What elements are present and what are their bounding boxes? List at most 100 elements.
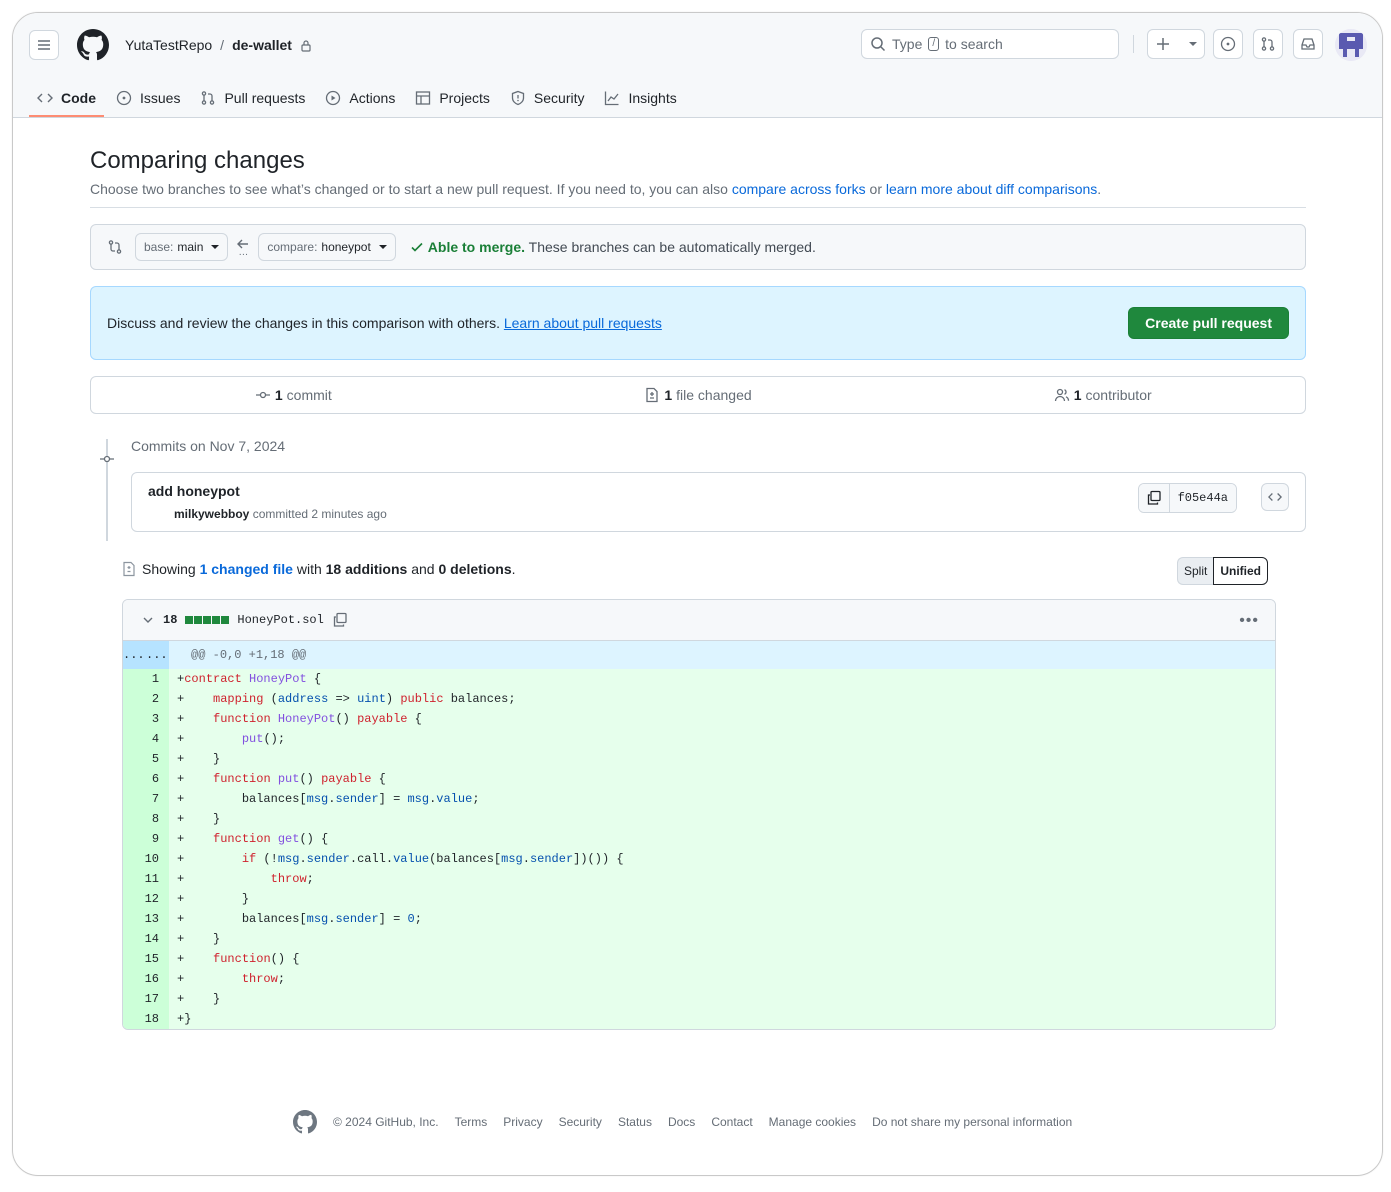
old-line-number[interactable] <box>123 809 145 829</box>
old-line-number[interactable] <box>123 829 145 849</box>
new-line-number[interactable]: 15 <box>144 949 170 969</box>
flash-message: Discuss and review the changes in this c… <box>107 315 662 331</box>
footer-link-manage-cookies[interactable]: Manage cookies <box>769 1115 856 1129</box>
new-line-number[interactable]: 1 <box>144 669 170 689</box>
diff-line: 9 + function get() { <box>123 829 1275 849</box>
footer-link-security[interactable]: Security <box>559 1115 602 1129</box>
tab-actions[interactable]: Actions <box>321 79 407 111</box>
file-name-link[interactable]: HoneyPot.sol <box>237 613 323 627</box>
old-line-number[interactable] <box>123 869 145 889</box>
old-line-number[interactable] <box>123 749 145 769</box>
old-line-number[interactable] <box>123 969 145 989</box>
file-diff-icon <box>123 561 135 577</box>
create-pull-request-button[interactable]: Create pull request <box>1128 307 1289 339</box>
new-line-number[interactable]: 18 <box>144 1009 170 1029</box>
footer-link-contact[interactable]: Contact <box>711 1115 752 1129</box>
new-line-number[interactable]: 2 <box>144 689 170 709</box>
footer-link-status[interactable]: Status <box>618 1115 652 1129</box>
footer-link-do-not-share[interactable]: Do not share my personal information <box>872 1115 1072 1129</box>
new-line-number[interactable]: 9 <box>144 829 170 849</box>
new-line-number[interactable]: 4 <box>144 729 170 749</box>
old-line-number[interactable] <box>123 709 145 729</box>
chevron-down-icon[interactable] <box>141 613 155 627</box>
commit-sha-link[interactable]: f05e44a <box>1169 484 1236 512</box>
tab-insights[interactable]: Insights <box>600 79 688 111</box>
create-new-button[interactable] <box>1147 29 1205 59</box>
new-line-number[interactable]: 10 <box>144 849 170 869</box>
old-line-number[interactable] <box>123 849 145 869</box>
repo-nav: Code Issues Pull requests Actions Projec… <box>29 79 693 117</box>
addition-marker: + <box>169 689 185 709</box>
footer-link-docs[interactable]: Docs <box>668 1115 695 1129</box>
compare-branch-select[interactable]: compare: honeypot <box>258 233 396 261</box>
kebab-menu-icon[interactable]: ••• <box>1239 612 1259 630</box>
diff-line: 12 + } <box>123 889 1275 909</box>
github-logo-icon[interactable] <box>293 1110 317 1134</box>
expand-up-button[interactable]: ... <box>123 641 145 669</box>
new-line-number[interactable]: 11 <box>144 869 170 889</box>
menu-button[interactable] <box>29 30 59 60</box>
commit-item: add honeypot milkywebboy committed 2 min… <box>131 472 1306 532</box>
commit-title-link[interactable]: add honeypot <box>148 483 240 499</box>
compare-forks-link[interactable]: compare across forks <box>732 181 866 197</box>
old-line-number[interactable] <box>123 929 145 949</box>
code-icon <box>37 93 53 103</box>
new-line-number[interactable]: 8 <box>144 809 170 829</box>
old-line-number[interactable] <box>123 1009 145 1029</box>
new-line-number[interactable]: 14 <box>144 929 170 949</box>
stat-commits[interactable]: 1 commit <box>91 387 496 403</box>
tab-pull-requests[interactable]: Pull requests <box>196 79 317 111</box>
learn-pull-requests-link[interactable]: Learn about pull requests <box>504 315 662 331</box>
old-line-number[interactable] <box>123 789 145 809</box>
page-title: Comparing changes <box>90 147 305 174</box>
new-line-number[interactable]: 12 <box>144 889 170 909</box>
learn-diff-link[interactable]: learn more about diff comparisons <box>886 181 1097 197</box>
changed-files-link[interactable]: 1 changed file <box>200 561 293 577</box>
new-line-number[interactable]: 16 <box>144 969 170 989</box>
copy-sha-button[interactable] <box>1138 484 1170 512</box>
user-avatar[interactable] <box>1335 29 1367 61</box>
old-line-number[interactable] <box>123 769 145 789</box>
old-line-number[interactable] <box>123 909 145 929</box>
new-line-number[interactable]: 17 <box>144 989 170 1009</box>
inbox-button[interactable] <box>1293 29 1323 59</box>
tab-projects[interactable]: Projects <box>411 79 502 111</box>
split-view-button[interactable]: Split <box>1177 557 1214 585</box>
pull-requests-button[interactable] <box>1253 29 1283 59</box>
diff-table: ... ... @@ -0,0 +1,18 @@ 1 + contract Hone… <box>123 641 1275 1029</box>
new-line-number[interactable]: 5 <box>144 749 170 769</box>
footer-link-privacy[interactable]: Privacy <box>503 1115 542 1129</box>
code-line: } <box>184 889 1275 909</box>
repo-owner-link[interactable]: YutaTestRepo <box>125 37 212 53</box>
commit-author-link[interactable]: milkywebboy <box>174 507 249 521</box>
old-line-number[interactable] <box>123 729 145 749</box>
unified-view-button[interactable]: Unified <box>1213 557 1269 585</box>
old-line-number[interactable] <box>123 889 145 909</box>
tab-issues[interactable]: Issues <box>112 79 192 111</box>
footer-link-terms[interactable]: Terms <box>455 1115 488 1129</box>
stat-files[interactable]: 1 file changed <box>496 387 901 403</box>
browser-window: YutaTestRepo / de-wallet Type / to searc… <box>12 12 1383 1176</box>
new-line-number[interactable]: 3 <box>144 709 170 729</box>
base-branch-select[interactable]: base: main <box>135 233 229 261</box>
browse-repo-button[interactable] <box>1261 483 1289 511</box>
old-line-number[interactable] <box>123 689 145 709</box>
expand-down-button[interactable]: ... <box>144 641 170 669</box>
repo-name-link[interactable]: de-wallet <box>232 37 292 53</box>
search-input[interactable]: Type / to search <box>861 29 1119 59</box>
tab-code[interactable]: Code <box>29 79 108 117</box>
tab-security[interactable]: Security <box>506 79 597 111</box>
old-line-number[interactable] <box>123 989 145 1009</box>
copy-icon[interactable] <box>332 612 348 628</box>
old-line-number[interactable] <box>123 669 145 689</box>
old-line-number[interactable] <box>123 949 145 969</box>
stat-contributors[interactable]: 1 contributor <box>900 387 1305 403</box>
issues-button[interactable] <box>1213 29 1243 59</box>
new-line-number[interactable]: 6 <box>144 769 170 789</box>
code-line: contract HoneyPot { <box>184 669 1275 689</box>
new-line-number[interactable]: 13 <box>144 909 170 929</box>
new-line-number[interactable]: 7 <box>144 789 170 809</box>
diff-line: 10 + if (!msg.sender.call.value(balances[… <box>123 849 1275 869</box>
github-logo-icon[interactable] <box>77 29 109 61</box>
people-icon <box>1054 388 1069 402</box>
